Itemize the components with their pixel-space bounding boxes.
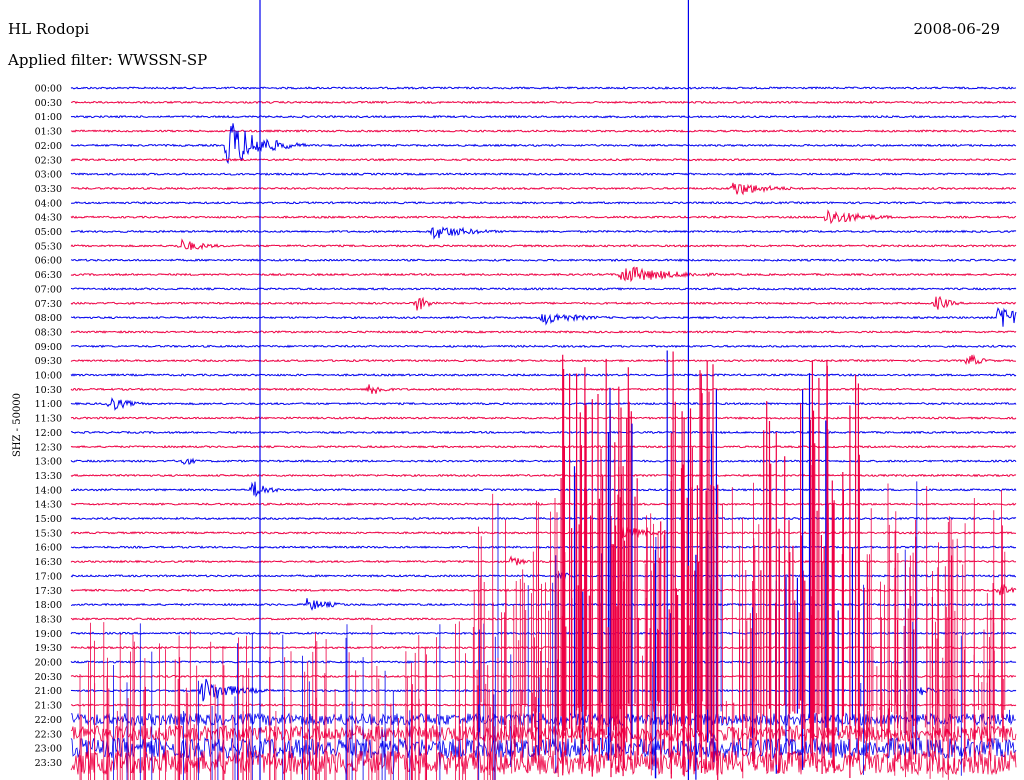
trace-row	[70, 444, 1017, 449]
row-time-label: 00:00	[35, 84, 62, 95]
row-time-label: 16:00	[35, 543, 62, 554]
trace-row	[70, 457, 1017, 465]
trace-row	[70, 526, 1017, 539]
row-time-label: 04:30	[35, 213, 62, 224]
row-time-label: 15:00	[35, 514, 62, 525]
row-time-label: 02:30	[35, 155, 62, 166]
trace-row	[70, 172, 1017, 176]
trace-row	[70, 416, 1017, 420]
trace-row	[70, 287, 1017, 291]
trace-row	[70, 617, 1017, 621]
row-time-label: 22:00	[35, 715, 62, 726]
seismogram-plot: 00:00 00:30 01:00 01:30 02:00 02:30 03:00 03:30…	[35, 0, 1017, 780]
row-time-label: 10:00	[35, 371, 62, 382]
row-time-label: 07:00	[35, 284, 62, 295]
trace-row	[70, 157, 1017, 162]
trace-row	[70, 736, 1017, 760]
row-time-label: 21:00	[35, 686, 62, 697]
trace-row	[70, 307, 1017, 327]
row-time-label: 08:30	[35, 327, 62, 338]
trace-row	[70, 703, 1017, 707]
row-time-label: 16:30	[35, 557, 62, 568]
row-time-label: 11:00	[35, 399, 62, 410]
row-time-label: 12:00	[35, 428, 62, 439]
row-time-label: 11:30	[35, 414, 62, 425]
row-time-label: 23:30	[35, 758, 62, 769]
row-time-label: 13:30	[35, 471, 62, 482]
row-time-label: 13:00	[35, 457, 62, 468]
row-time-label: 05:30	[35, 241, 62, 252]
row-time-label: 06:00	[35, 256, 62, 267]
row-time-label: 10:30	[35, 385, 62, 396]
trace-row	[70, 430, 1017, 435]
row-time-label: 05:00	[35, 227, 62, 238]
trace-row	[70, 516, 1017, 521]
trace-row	[70, 354, 1017, 366]
trace-row	[70, 209, 1017, 225]
row-time-label: 20:30	[35, 672, 62, 683]
row-time-label: 17:30	[35, 586, 62, 597]
row-time-label: 09:00	[35, 342, 62, 353]
trace-row	[70, 114, 1017, 119]
row-time-label: 19:30	[35, 643, 62, 654]
trace-row	[70, 572, 1017, 580]
row-time-label: 12:30	[35, 442, 62, 453]
trace-row	[70, 749, 1017, 776]
trace-row	[70, 584, 1017, 596]
trace-row	[70, 678, 1017, 702]
trace-row	[70, 545, 1017, 550]
trace-row	[70, 226, 1017, 240]
trace-row	[70, 258, 1017, 263]
trace-row	[70, 123, 1017, 165]
row-time-label: 03:00	[35, 170, 62, 181]
trace-row	[70, 384, 1017, 394]
row-time-label: 01:30	[35, 127, 62, 138]
row-time-label: 01:00	[35, 112, 62, 123]
row-time-label: 08:00	[35, 313, 62, 324]
trace-row	[70, 182, 1017, 196]
trace-row	[71, 200, 1017, 205]
row-time-label: 17:00	[35, 571, 62, 582]
trace-row	[70, 631, 1017, 636]
row-time-label: 04:00	[35, 198, 62, 209]
row-time-label: 06:30	[35, 270, 62, 281]
row-time-label: 18:00	[35, 600, 62, 611]
trace-row	[70, 397, 1017, 411]
trace-row	[70, 555, 1017, 566]
trace-row	[70, 373, 1017, 377]
trace-row	[70, 295, 1017, 311]
row-time-label: 15:30	[35, 528, 62, 539]
row-time-label: 00:30	[35, 98, 62, 109]
row-time-label: 23:00	[35, 744, 62, 755]
row-time-label: 02:00	[35, 141, 62, 152]
spike-cluster	[79, 350, 1010, 780]
row-time-label: 14:30	[35, 500, 62, 511]
trace-row	[70, 100, 1017, 105]
trace-row	[70, 238, 1017, 251]
row-time-label: 22:30	[35, 729, 62, 740]
row-time-label: 20:00	[35, 658, 62, 669]
trace-row	[70, 598, 1017, 611]
row-time-label: 18:30	[35, 614, 62, 625]
row-time-label: 03:30	[35, 184, 62, 195]
row-time-label: 07:30	[35, 299, 62, 310]
trace-row	[70, 502, 1017, 506]
trace-row	[70, 674, 1017, 679]
trace-row	[70, 86, 1017, 90]
trace-row	[70, 129, 1017, 133]
trace-row	[70, 266, 1017, 283]
trace-row	[70, 724, 1017, 743]
trace-row	[70, 660, 1017, 664]
row-time-label: 14:00	[35, 485, 62, 496]
trace-row	[70, 481, 1017, 498]
row-time-label: 09:30	[35, 356, 62, 367]
row-time-label: 19:00	[35, 629, 62, 640]
row-time-label: 21:30	[35, 701, 62, 712]
trace-row	[70, 330, 1017, 334]
trace-row	[70, 344, 1017, 349]
trace-row	[70, 645, 1017, 650]
trace-row	[70, 712, 1016, 727]
trace-row	[70, 473, 1017, 478]
